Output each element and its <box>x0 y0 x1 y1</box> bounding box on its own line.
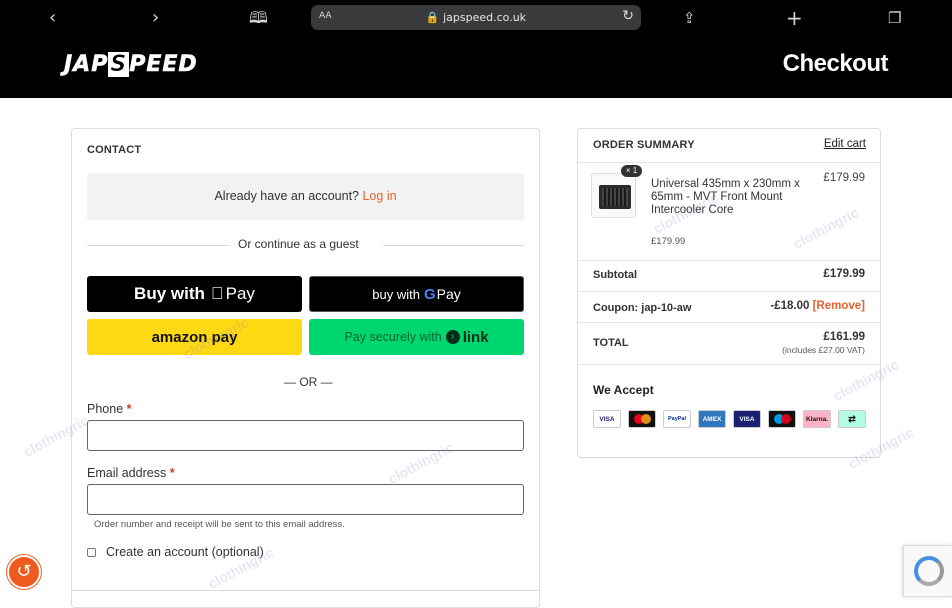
link-arrow-icon: › <box>445 330 460 344</box>
divider-left <box>87 245 230 246</box>
apple-pay-label: Buy with <box>134 284 205 303</box>
maestro-icon <box>768 410 796 428</box>
coupon-discount: -£18.00 <box>770 300 810 312</box>
visa-card-icon: VISA <box>593 410 621 428</box>
forward-icon[interactable]: › <box>152 7 159 29</box>
contact-section: CONTACT Already have an account? Log in … <box>71 128 540 608</box>
quantity-badge: × 1 <box>621 165 642 177</box>
login-prompt-box: Already have an account? Log in <box>87 173 524 220</box>
klarna-icon: Klarna. <box>803 410 831 428</box>
share-icon[interactable]: ⇪ <box>683 7 696 29</box>
page-title: Checkout <box>782 50 889 77</box>
product-image <box>591 173 636 218</box>
product-name: Universal 435mm x 230mm x 65mm - MVT Fro… <box>651 178 800 216</box>
login-prompt-text: Already have an account? <box>214 189 359 203</box>
divider <box>578 162 880 163</box>
mastercard-orange-circle <box>641 414 651 424</box>
google-pay-brand: Pay <box>436 286 461 302</box>
maestro-red-circle <box>781 414 791 424</box>
address-bar[interactable]: AA 🔒 japspeed.co.uk ↻ <box>311 5 641 30</box>
google-pay-button[interactable]: buy with G Pay <box>309 276 524 312</box>
google-pay-label: buy with <box>372 286 420 302</box>
tabs-icon[interactable]: ❐ <box>888 7 901 29</box>
logo-text-peed: PEED <box>129 52 198 78</box>
apple-pay-brand: Pay <box>219 284 255 303</box>
divider <box>578 364 880 365</box>
intercooler-core-image <box>599 185 631 209</box>
total-label: TOTAL <box>593 337 629 349</box>
divider-right <box>383 245 524 246</box>
payment-methods: VISA PayPal AMEX VISA Klarna. ⇄ <box>593 410 866 428</box>
divider <box>578 322 880 323</box>
mastercard-icon <box>628 410 656 428</box>
required-mark: * <box>169 466 175 480</box>
divider <box>578 260 880 261</box>
recaptcha-badge[interactable] <box>903 545 952 597</box>
phone-label-text: Phone <box>87 402 124 416</box>
order-summary: ORDER SUMMARY Edit cart × 1 Universal 43… <box>577 128 881 458</box>
paypal-icon: PayPal <box>663 410 691 428</box>
cookie-consent-icon[interactable]: ↺ <box>7 555 41 589</box>
afterpay-icon: ⇄ <box>838 410 866 428</box>
reload-icon[interactable]: ↻ <box>622 8 634 24</box>
link-pay-label: Pay securely with <box>344 330 442 344</box>
product-unit-price: £179.99 <box>651 236 686 247</box>
product-line-price: £179.99 <box>823 172 865 184</box>
guest-divider-text: Or continue as a guest <box>238 237 359 251</box>
edit-cart-link[interactable]: Edit cart <box>824 138 866 150</box>
phone-input[interactable] <box>87 420 524 451</box>
amazon-pay-label: amazon pay <box>151 328 238 346</box>
or-divider: — OR — <box>284 375 333 389</box>
remove-coupon-link[interactable]: [Remove] <box>813 300 865 312</box>
browser-toolbar: ‹ › 🕮 AA 🔒 japspeed.co.uk ↻ ⇪ + ❐ <box>0 0 952 38</box>
vat-note: (includes £27.00 VAT) <box>782 345 865 355</box>
section-divider <box>72 590 539 591</box>
order-summary-title: ORDER SUMMARY <box>593 139 695 151</box>
email-hint: Order number and receipt will be sent to… <box>94 519 345 530</box>
subtotal-label: Subtotal <box>593 269 637 281</box>
site-header: JAPSPEED Checkout <box>0 38 952 98</box>
total-value: £161.99 <box>823 331 865 343</box>
url-text: 🔒 japspeed.co.uk <box>425 11 527 24</box>
login-link[interactable]: Log in <box>362 189 396 203</box>
amazon-pay-button[interactable]: amazon pay <box>87 319 302 355</box>
we-accept-title: We Accept <box>593 383 654 397</box>
url-domain: japspeed.co.uk <box>443 11 527 24</box>
create-account-checkbox[interactable] <box>87 548 96 557</box>
new-tab-icon[interactable]: + <box>786 7 803 29</box>
email-label: Email address * <box>87 466 175 480</box>
google-g-icon: G <box>423 285 436 303</box>
email-input[interactable] <box>87 484 524 515</box>
amex-icon: AMEX <box>698 410 726 428</box>
required-mark: * <box>126 402 132 416</box>
back-icon[interactable]: ‹ <box>49 7 56 29</box>
apple-logo-icon:  <box>211 284 224 304</box>
coupon-label: Coupon: jap-10-aw <box>593 302 692 314</box>
email-label-text: Email address <box>87 466 167 480</box>
contact-title: CONTACT <box>87 144 142 156</box>
divider <box>578 291 880 292</box>
japspeed-logo[interactable]: JAPSPEED <box>64 52 198 78</box>
subtotal-value: £179.99 <box>823 268 865 280</box>
link-pay-brand: link <box>462 328 489 346</box>
bookmarks-icon[interactable]: 🕮 <box>249 7 268 29</box>
create-account-label[interactable]: Create an account (optional) <box>106 545 264 559</box>
logo-text-jap: JAP <box>64 52 109 78</box>
coupon-value: -£18.00 [Remove] <box>770 300 865 312</box>
logo-text-s: S <box>108 52 130 77</box>
recaptcha-icon <box>914 556 944 586</box>
apple-pay-button[interactable]: Buy with  Pay <box>87 276 302 312</box>
link-pay-button[interactable]: Pay securely with › link <box>309 319 524 355</box>
phone-label: Phone * <box>87 402 132 416</box>
visa-electron-icon: VISA <box>733 410 761 428</box>
